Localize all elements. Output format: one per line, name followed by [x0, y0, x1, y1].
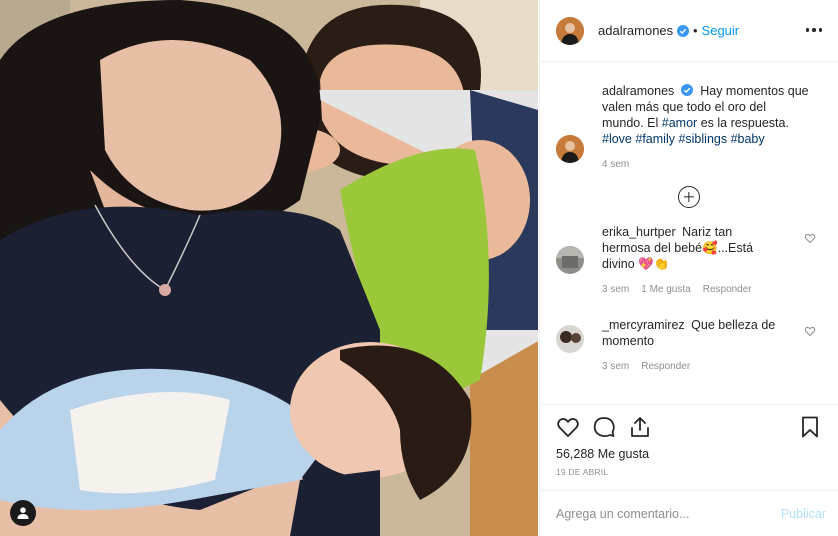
- caption-body: adalramones Hay momentos que valen más q…: [602, 83, 809, 170]
- add-comment-bar: Publicar: [540, 490, 838, 536]
- load-more: [556, 186, 822, 210]
- post-image: [0, 0, 538, 536]
- post-panel: adalramones • Seguir adalramones Hay mom…: [539, 0, 838, 536]
- likes-count[interactable]: 56,288 Me gusta: [556, 447, 822, 461]
- user-tag-button[interactable]: [10, 500, 36, 526]
- load-more-icon[interactable]: [678, 186, 700, 208]
- comment-item: _mercyramirez Que belleza de momento 3 s…: [556, 317, 822, 372]
- caption-text: mundo. El: [602, 116, 659, 130]
- comment-like-heart-icon[interactable]: [804, 232, 816, 244]
- comment-avatar[interactable]: [556, 246, 584, 274]
- reply-button[interactable]: Responder: [641, 361, 690, 372]
- comment-time[interactable]: 3 sem: [602, 284, 629, 295]
- heart-icon[interactable]: [556, 415, 580, 439]
- comment-username[interactable]: _mercyramirez: [602, 318, 685, 332]
- caption-text: es la respuesta.: [700, 116, 789, 130]
- user-tag-icon: [17, 507, 29, 519]
- comment-icon[interactable]: [592, 415, 616, 439]
- publish-button[interactable]: Publicar: [781, 507, 826, 521]
- avatar[interactable]: [556, 16, 584, 45]
- comments-section[interactable]: adalramones Hay momentos que valen más q…: [540, 63, 838, 403]
- comment-text: divino 💖👏: [602, 257, 670, 271]
- hashtag-link[interactable]: #siblings: [678, 132, 727, 146]
- comment-body: _mercyramirez Que belleza de momento 3 s…: [602, 317, 782, 372]
- post-header: adalramones • Seguir: [540, 0, 838, 62]
- hashtag-link[interactable]: #family: [635, 132, 675, 146]
- caption-time[interactable]: 4 sem: [602, 159, 629, 170]
- verified-badge-icon: [680, 84, 693, 96]
- comment-input[interactable]: [556, 506, 781, 521]
- comment-item: erika_hurtper Nariz tan hermosa del bebé…: [556, 224, 822, 295]
- comment-username[interactable]: erika_hurtper: [602, 225, 676, 239]
- comment-text: hermosa del bebé🥰...Está: [602, 241, 754, 255]
- caption-text: valen más que todo el oro del: [602, 100, 766, 114]
- comment-text: momento: [602, 334, 655, 348]
- avatar-image: [556, 325, 584, 353]
- bookmark-icon[interactable]: [798, 415, 822, 439]
- post-date[interactable]: 19 de abril: [556, 467, 822, 477]
- caption-username[interactable]: adalramones: [602, 84, 674, 98]
- header-separator: •: [693, 23, 698, 38]
- verified-badge-icon: [677, 24, 690, 37]
- comment-body: erika_hurtper Nariz tan hermosa del bebé…: [602, 224, 782, 295]
- share-icon[interactable]: [628, 415, 652, 439]
- post-photo[interactable]: [0, 0, 538, 536]
- hashtag-link[interactable]: #baby: [731, 132, 765, 146]
- hashtag-link[interactable]: #love: [602, 132, 632, 146]
- action-icons: [556, 405, 822, 449]
- caption-avatar[interactable]: [556, 135, 584, 163]
- post-caption: adalramones Hay momentos que valen más q…: [556, 63, 822, 170]
- comment-text: Nariz tan: [682, 225, 733, 239]
- caption-text: Hay momentos que: [700, 84, 809, 98]
- avatar-image: [556, 16, 584, 45]
- more-options-icon[interactable]: [804, 22, 824, 38]
- comment-avatar[interactable]: [556, 325, 584, 353]
- avatar-image: [556, 135, 584, 163]
- hashtag-link[interactable]: #amor: [662, 116, 697, 130]
- follow-button[interactable]: Seguir: [702, 23, 740, 38]
- header-username[interactable]: adalramones: [598, 23, 673, 38]
- comment-time[interactable]: 3 sem: [602, 361, 629, 372]
- comment-text: Que belleza de: [691, 318, 776, 332]
- avatar-image: [556, 246, 584, 274]
- post-actions: 56,288 Me gusta 19 de abril: [540, 404, 838, 477]
- comment-like-heart-icon[interactable]: [804, 325, 816, 337]
- reply-button[interactable]: Responder: [703, 284, 752, 295]
- comment-likes[interactable]: 1 Me gusta: [641, 284, 690, 295]
